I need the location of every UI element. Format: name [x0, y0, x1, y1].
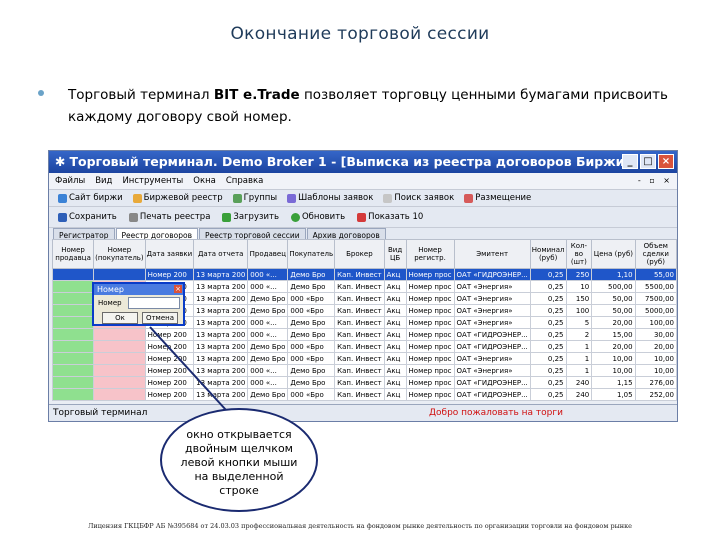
callout-bubble: окно открывается двойным щелчком левой к…: [160, 408, 318, 512]
callout-line-5: строке: [219, 484, 259, 497]
callout-line-2: двойным щелчком: [185, 442, 293, 455]
callout-line-1: окно открывается: [186, 428, 292, 441]
callout-line-3: левой кнопки мыши: [180, 456, 298, 469]
callout-pointer: [149, 326, 227, 411]
license-footer: Лицензия ГКЦБФР АБ №395684 от 24.03.03 п…: [87, 522, 633, 530]
callout-line-4: на выделенной: [194, 470, 284, 483]
